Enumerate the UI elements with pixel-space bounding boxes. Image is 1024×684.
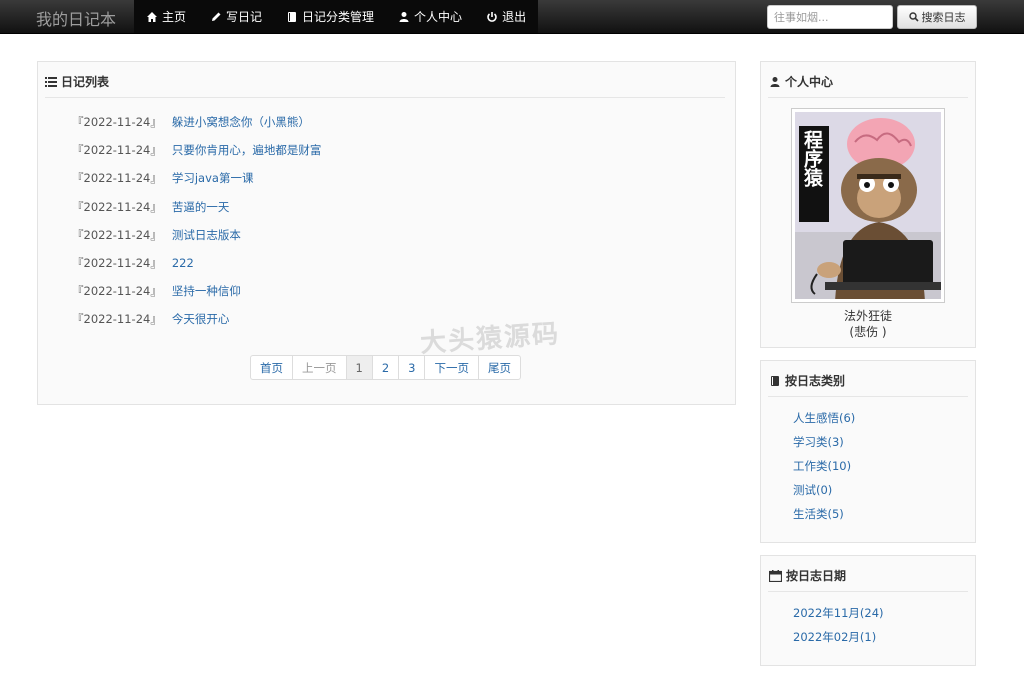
top-navbar: 我的日记本 主页 写日记 日记分类管理 个人中心 退出 搜索日志 — [0, 0, 1024, 34]
list-item: 『2022-11-24』 测试日志版本 — [37, 221, 321, 249]
category-item[interactable]: 测试(0) — [793, 478, 855, 502]
date-divider — [768, 591, 968, 592]
search-button[interactable]: 搜索日志 — [897, 5, 977, 29]
list-item: 『2022-11-24』 今天很开心 — [37, 305, 321, 333]
date-archive-item[interactable]: 2022年02月(1) — [793, 625, 884, 649]
diary-date: 『2022-11-24』 — [72, 199, 162, 214]
diary-title-link[interactable]: 今天很开心 — [172, 311, 230, 327]
diary-title-link[interactable]: 测试日志版本 — [172, 227, 241, 243]
diary-date: 『2022-11-24』 — [72, 143, 162, 158]
power-icon — [487, 11, 497, 22]
date-panel-title-text: 按日志日期 — [786, 569, 847, 583]
nav-category-manage[interactable]: 日记分类管理 — [274, 0, 386, 33]
diary-list-title: 日记列表 — [45, 73, 109, 90]
date-archive-item[interactable]: 2022年11月(24) — [793, 601, 884, 625]
list-icon — [45, 76, 57, 87]
pencil-icon — [212, 12, 221, 21]
page-last-button[interactable]: 尾页 — [477, 356, 520, 379]
nav-write-diary-label: 写日记 — [226, 10, 263, 24]
avatar-sign-text: 程序猿 — [801, 130, 823, 187]
diary-date: 『2022-11-24』 — [72, 115, 162, 130]
category-item[interactable]: 人生感悟(6) — [793, 406, 855, 430]
list-item: 『2022-11-24』 只要你肯用心，遍地都是财富 — [37, 136, 321, 164]
nav-personal-center-label: 个人中心 — [414, 10, 463, 24]
category-divider — [768, 396, 968, 397]
nav-category-manage-label: 日记分类管理 — [302, 10, 375, 24]
user-icon — [399, 11, 409, 22]
list-item: 『2022-11-24』 222 — [37, 249, 321, 277]
category-item[interactable]: 工作类(10) — [793, 454, 855, 478]
profile-panel-title-text: 个人中心 — [785, 75, 834, 89]
diary-list-divider — [45, 97, 725, 98]
diary-title-link[interactable]: 苦逼的一天 — [172, 199, 230, 215]
diary-title-link[interactable]: 坚持一种信仰 — [172, 283, 241, 299]
category-list: 人生感悟(6) 学习类(3) 工作类(10) 测试(0) 生活类(5) — [793, 406, 855, 526]
list-item: 『2022-11-24』 学习java第一课 — [37, 164, 321, 192]
diary-title-link[interactable]: 只要你肯用心，遍地都是财富 — [172, 142, 322, 158]
list-item: 『2022-11-24』 苦逼的一天 — [37, 193, 321, 221]
diary-title-link[interactable]: 躲进小窝想念你（小黑熊） — [172, 114, 310, 130]
diary-title-link[interactable]: 学习java第一课 — [172, 170, 254, 186]
date-panel-title: 按日志日期 — [769, 567, 846, 584]
category-panel-title: 按日志类别 — [769, 372, 845, 389]
list-item: 『2022-11-24』 坚持一种信仰 — [37, 277, 321, 305]
category-item[interactable]: 学习类(3) — [793, 430, 855, 454]
page-number-1[interactable]: 1 — [345, 356, 372, 379]
brand-title[interactable]: 我的日记本 — [36, 6, 116, 30]
search-input[interactable] — [767, 5, 893, 29]
pagination: 首页 上一页 1 2 3 下一页 尾页 — [250, 355, 521, 380]
search-icon — [908, 12, 919, 22]
book-icon — [771, 375, 779, 386]
profile-divider — [768, 97, 968, 98]
calendar-icon — [769, 569, 782, 582]
page-first-button[interactable]: 首页 — [251, 356, 292, 379]
date-list: 2022年11月(24) 2022年02月(1) — [793, 601, 884, 649]
nav-logout-label: 退出 — [502, 10, 527, 24]
diary-date: 『2022-11-24』 — [72, 256, 162, 271]
profile-mood: (悲伤 ) — [849, 325, 887, 339]
home-icon — [147, 11, 157, 22]
diary-date: 『2022-11-24』 — [72, 312, 162, 327]
page-number-3[interactable]: 3 — [398, 356, 424, 379]
diary-date: 『2022-11-24』 — [72, 284, 162, 299]
user-icon — [770, 76, 780, 87]
search-button-label: 搜索日志 — [921, 11, 966, 24]
diary-list-title-text: 日记列表 — [61, 75, 110, 89]
category-item[interactable]: 生活类(5) — [793, 502, 855, 526]
page-prev-button[interactable]: 上一页 — [292, 356, 346, 379]
diary-date: 『2022-11-24』 — [72, 227, 162, 242]
diary-date: 『2022-11-24』 — [72, 171, 162, 186]
nav-personal-center[interactable]: 个人中心 — [386, 0, 474, 33]
profile-nickname: 法外狂徒 — [843, 309, 892, 323]
page-number-2[interactable]: 2 — [371, 356, 398, 379]
nav-home-label: 主页 — [162, 10, 187, 24]
avatar: 程序猿 — [791, 108, 945, 303]
nav-logout[interactable]: 退出 — [474, 0, 538, 33]
profile-panel-title: 个人中心 — [769, 73, 833, 90]
diary-title-link[interactable]: 222 — [172, 256, 194, 270]
book-icon — [288, 11, 297, 22]
nav-write-diary[interactable]: 写日记 — [198, 0, 274, 33]
nav-home[interactable]: 主页 — [134, 0, 198, 33]
page-next-button[interactable]: 下一页 — [424, 356, 478, 379]
avatar-image: 程序猿 — [795, 112, 941, 299]
diary-list: 『2022-11-24』 躲进小窝想念你（小黑熊） 『2022-11-24』 只… — [37, 108, 321, 334]
main-nav: 主页 写日记 日记分类管理 个人中心 退出 — [134, 0, 539, 33]
list-item: 『2022-11-24』 躲进小窝想念你（小黑熊） — [37, 108, 321, 136]
category-panel-title-text: 按日志类别 — [785, 374, 846, 388]
